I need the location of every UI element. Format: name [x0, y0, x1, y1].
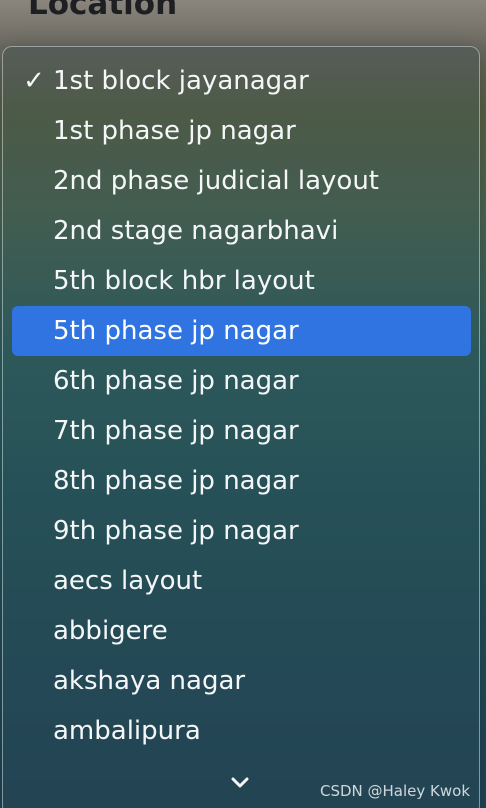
- menu-item-1st-phase-jp-nagar[interactable]: 1st phase jp nagar: [12, 106, 471, 156]
- menu-item-label: 1st block jayanagar: [53, 66, 309, 96]
- menu-item-label: 5th phase jp nagar: [53, 316, 299, 346]
- menu-item-2nd-phase-judicial-layout[interactable]: 2nd phase judicial layout: [12, 156, 471, 206]
- menu-item-ambalipura[interactable]: ambalipura: [12, 706, 471, 756]
- menu-item-5th-block-hbr-layout[interactable]: 5th block hbr layout: [12, 256, 471, 306]
- watermark: CSDN @Haley Kwok: [319, 782, 470, 800]
- location-dropdown-menu[interactable]: ✓ 1st block jayanagar 1st phase jp nagar…: [2, 46, 480, 808]
- menu-item-label: ambalipura: [53, 716, 201, 746]
- menu-item-1st-block-jayanagar[interactable]: ✓ 1st block jayanagar: [12, 56, 471, 106]
- chevron-down-icon[interactable]: [228, 771, 252, 795]
- menu-item-label: abbigere: [53, 616, 168, 646]
- menu-item-label: 2nd phase judicial layout: [53, 166, 380, 196]
- menu-item-label: 6th phase jp nagar: [53, 366, 299, 396]
- menu-item-label: 5th block hbr layout: [53, 266, 315, 296]
- menu-item-label: 8th phase jp nagar: [53, 466, 299, 496]
- menu-item-label: 1st phase jp nagar: [53, 116, 296, 146]
- menu-item-5th-phase-jp-nagar[interactable]: 5th phase jp nagar: [12, 306, 471, 356]
- menu-item-9th-phase-jp-nagar[interactable]: 9th phase jp nagar: [12, 506, 471, 556]
- menu-item-label: aecs layout: [53, 566, 203, 596]
- location-heading: Location: [28, 0, 178, 22]
- menu-item-label: 2nd stage nagarbhavi: [53, 216, 339, 246]
- menu-item-7th-phase-jp-nagar[interactable]: 7th phase jp nagar: [12, 406, 471, 456]
- checkmark-icon: ✓: [23, 66, 45, 96]
- menu-item-akshaya-nagar[interactable]: akshaya nagar: [12, 656, 471, 706]
- menu-item-abbigere[interactable]: abbigere: [12, 606, 471, 656]
- menu-item-label: 9th phase jp nagar: [53, 516, 299, 546]
- menu-item-aecs-layout[interactable]: aecs layout: [12, 556, 471, 606]
- menu-item-6th-phase-jp-nagar[interactable]: 6th phase jp nagar: [12, 356, 471, 406]
- menu-list: ✓ 1st block jayanagar 1st phase jp nagar…: [3, 56, 479, 756]
- menu-item-2nd-stage-nagarbhavi[interactable]: 2nd stage nagarbhavi: [12, 206, 471, 256]
- menu-item-label: akshaya nagar: [53, 666, 246, 696]
- menu-item-label: 7th phase jp nagar: [53, 416, 299, 446]
- menu-item-8th-phase-jp-nagar[interactable]: 8th phase jp nagar: [12, 456, 471, 506]
